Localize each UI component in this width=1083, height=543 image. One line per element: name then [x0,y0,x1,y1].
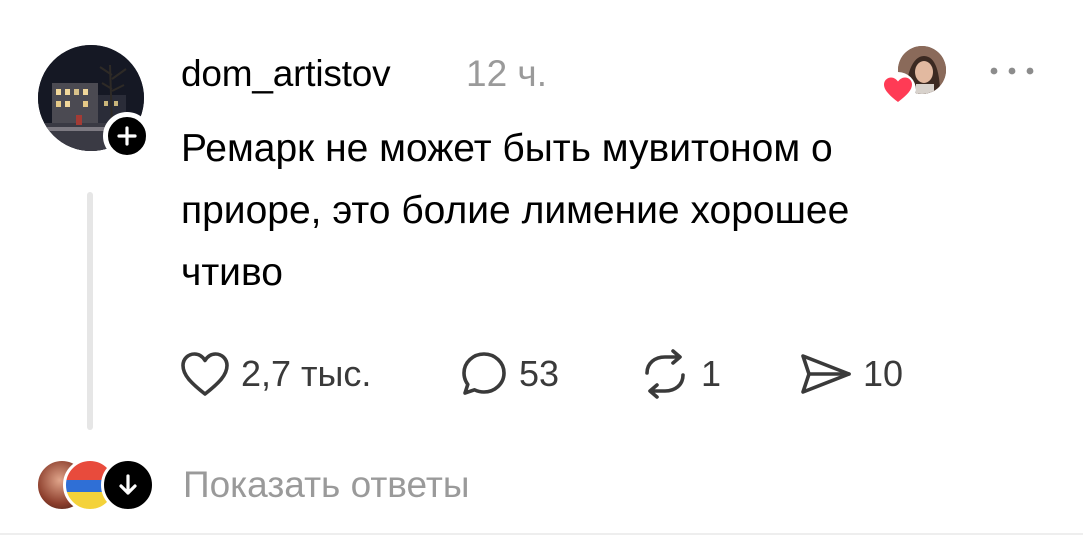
username[interactable]: dom_artistov [181,52,391,96]
send-icon [801,354,851,394]
follow-button[interactable] [103,112,151,160]
more-icon [990,67,1034,75]
repost-icon [645,349,685,399]
expand-replies-button[interactable] [101,458,155,512]
reply-count: 53 [519,353,560,394]
like-button[interactable]: 2,7 тыс. [179,346,371,402]
show-replies-link[interactable]: Показать ответы [183,460,469,510]
heart-icon [884,77,912,102]
author-liked-badge [880,72,916,108]
like-count: 2,7 тыс. [241,353,372,394]
comment-bubble-icon [462,352,506,395]
more-options-button[interactable] [982,56,1042,86]
plus-icon [117,126,137,146]
reply-button[interactable]: 53 [459,346,559,402]
arrow-down-icon [119,474,137,495]
share-button[interactable]: 10 [799,346,903,402]
thread-line [87,192,93,430]
divider [0,533,1083,535]
comment-card: dom_artistov 12 ч. Ремарк не может быть … [0,0,1083,543]
reply-avatars[interactable] [35,458,155,512]
repost-count: 1 [701,353,722,394]
timestamp: 12 ч. [466,53,547,94]
repost-button[interactable]: 1 [639,346,721,402]
heart-outline-icon [181,352,229,396]
share-count: 10 [863,353,904,394]
comment-text: Ремарк не может быть мувитоном о приоре,… [181,127,850,294]
action-bar: 2,7 тыс. 53 1 10 [179,346,939,402]
